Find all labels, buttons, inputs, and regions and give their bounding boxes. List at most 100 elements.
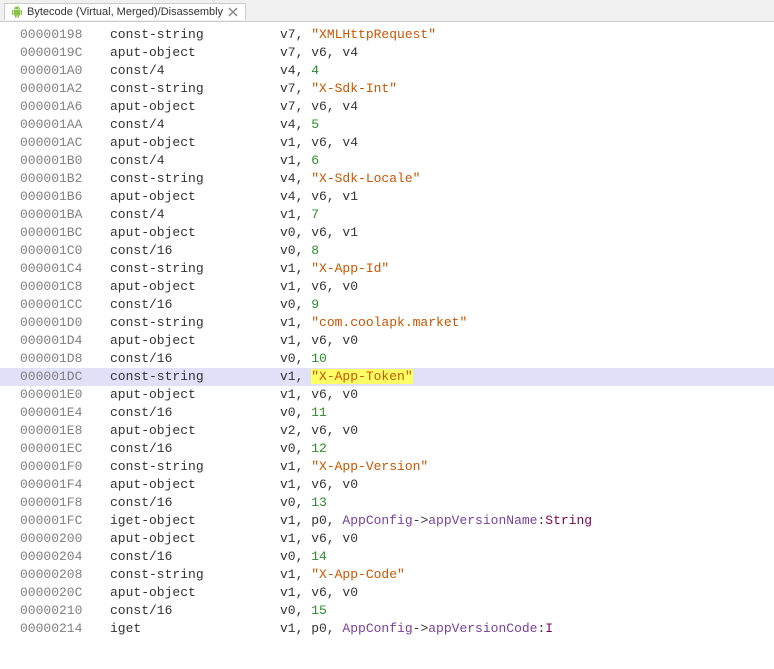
opcode: const/16 — [110, 242, 280, 260]
operands: v0, 9 — [280, 296, 766, 314]
android-icon — [11, 6, 23, 18]
address: 000001FC — [20, 512, 110, 530]
opcode: aput-object — [110, 422, 280, 440]
address: 000001D4 — [20, 332, 110, 350]
opcode: aput-object — [110, 98, 280, 116]
opcode: const-string — [110, 260, 280, 278]
code-row[interactable]: 000001F4aput-objectv1, v6, v0 — [0, 476, 774, 494]
code-row[interactable]: 0000020Caput-objectv1, v6, v0 — [0, 584, 774, 602]
opcode: aput-object — [110, 44, 280, 62]
code-row[interactable]: 000001E8aput-objectv2, v6, v0 — [0, 422, 774, 440]
tab-bar: Bytecode (Virtual, Merged)/Disassembly — [0, 0, 774, 22]
address: 000001DC — [20, 368, 110, 386]
address: 000001A2 — [20, 80, 110, 98]
code-row[interactable]: 000001D4aput-objectv1, v6, v0 — [0, 332, 774, 350]
code-row[interactable]: 000001A2const-stringv7, "X-Sdk-Int" — [0, 80, 774, 98]
opcode: const-string — [110, 368, 280, 386]
operands: v1, "com.coolapk.market" — [280, 314, 766, 332]
operands: v1, v6, v0 — [280, 476, 766, 494]
code-row[interactable]: 00000208const-stringv1, "X-App-Code" — [0, 566, 774, 584]
address: 000001F4 — [20, 476, 110, 494]
code-row[interactable]: 0000019Caput-objectv7, v6, v4 — [0, 44, 774, 62]
address: 000001A0 — [20, 62, 110, 80]
address: 0000020C — [20, 584, 110, 602]
opcode: const-string — [110, 80, 280, 98]
code-row[interactable]: 000001C0const/16v0, 8 — [0, 242, 774, 260]
code-row[interactable]: 000001A6aput-objectv7, v6, v4 — [0, 98, 774, 116]
operands: v1, 7 — [280, 206, 766, 224]
opcode: aput-object — [110, 224, 280, 242]
address: 000001C0 — [20, 242, 110, 260]
operands: v0, 12 — [280, 440, 766, 458]
code-row[interactable]: 000001FCiget-objectv1, p0, AppConfig->ap… — [0, 512, 774, 530]
code-row[interactable]: 000001E0aput-objectv1, v6, v0 — [0, 386, 774, 404]
operands: v7, v6, v4 — [280, 98, 766, 116]
code-row[interactable]: 000001F8const/16v0, 13 — [0, 494, 774, 512]
operands: v1, p0, AppConfig->appVersionCode:I — [280, 620, 766, 638]
opcode: const/16 — [110, 494, 280, 512]
code-row[interactable]: 000001ECconst/16v0, 12 — [0, 440, 774, 458]
opcode: const/16 — [110, 440, 280, 458]
code-row[interactable]: 000001F0const-stringv1, "X-App-Version" — [0, 458, 774, 476]
address: 000001F0 — [20, 458, 110, 476]
address: 000001D8 — [20, 350, 110, 368]
code-row[interactable]: 000001AAconst/4v4, 5 — [0, 116, 774, 134]
code-row[interactable]: 000001B0const/4v1, 6 — [0, 152, 774, 170]
code-row[interactable]: 00000198const-stringv7, "XMLHttpRequest" — [0, 26, 774, 44]
code-row[interactable]: 000001ACaput-objectv1, v6, v4 — [0, 134, 774, 152]
code-row[interactable]: 000001C8aput-objectv1, v6, v0 — [0, 278, 774, 296]
code-row[interactable]: 00000200aput-objectv1, v6, v0 — [0, 530, 774, 548]
operands: v0, 15 — [280, 602, 766, 620]
operands: v1, v6, v0 — [280, 530, 766, 548]
operands: v2, v6, v0 — [280, 422, 766, 440]
operands: v7, "XMLHttpRequest" — [280, 26, 766, 44]
address: 000001CC — [20, 296, 110, 314]
tab-title: Bytecode (Virtual, Merged)/Disassembly — [27, 6, 223, 18]
code-row[interactable]: 00000204const/16v0, 14 — [0, 548, 774, 566]
disassembly-listing[interactable]: 00000198const-stringv7, "XMLHttpRequest"… — [0, 22, 774, 642]
address: 000001B2 — [20, 170, 110, 188]
code-row[interactable]: 000001B2const-stringv4, "X-Sdk-Locale" — [0, 170, 774, 188]
address: 000001C4 — [20, 260, 110, 278]
operands: v0, 13 — [280, 494, 766, 512]
operands: v1, v6, v0 — [280, 278, 766, 296]
opcode: const/16 — [110, 404, 280, 422]
address: 000001B6 — [20, 188, 110, 206]
code-row[interactable]: 000001BCaput-objectv0, v6, v1 — [0, 224, 774, 242]
opcode: aput-object — [110, 134, 280, 152]
address: 000001D0 — [20, 314, 110, 332]
address: 000001A6 — [20, 98, 110, 116]
address: 00000204 — [20, 548, 110, 566]
operands: v7, v6, v4 — [280, 44, 766, 62]
operands: v1, v6, v0 — [280, 332, 766, 350]
opcode: aput-object — [110, 386, 280, 404]
opcode: const/16 — [110, 350, 280, 368]
code-row[interactable]: 000001BAconst/4v1, 7 — [0, 206, 774, 224]
code-row[interactable]: 000001A0const/4v4, 4 — [0, 62, 774, 80]
address: 000001F8 — [20, 494, 110, 512]
code-row[interactable]: 00000210const/16v0, 15 — [0, 602, 774, 620]
opcode: const-string — [110, 458, 280, 476]
tab-disassembly[interactable]: Bytecode (Virtual, Merged)/Disassembly — [4, 3, 246, 20]
operands: v1, "X-App-Token" — [280, 368, 766, 386]
code-row[interactable]: 000001C4const-stringv1, "X-App-Id" — [0, 260, 774, 278]
operands: v1, "X-App-Code" — [280, 566, 766, 584]
opcode: const/4 — [110, 206, 280, 224]
close-icon[interactable] — [227, 6, 239, 18]
operands: v0, 14 — [280, 548, 766, 566]
code-row[interactable]: 000001DCconst-stringv1, "X-App-Token" — [0, 368, 774, 386]
code-row[interactable]: 000001D0const-stringv1, "com.coolapk.mar… — [0, 314, 774, 332]
opcode: const/16 — [110, 602, 280, 620]
operands: v4, 4 — [280, 62, 766, 80]
code-row[interactable]: 000001E4const/16v0, 11 — [0, 404, 774, 422]
code-row[interactable]: 000001D8const/16v0, 10 — [0, 350, 774, 368]
operands: v1, v6, v0 — [280, 386, 766, 404]
address: 00000214 — [20, 620, 110, 638]
code-row[interactable]: 000001CCconst/16v0, 9 — [0, 296, 774, 314]
code-row[interactable]: 00000214igetv1, p0, AppConfig->appVersio… — [0, 620, 774, 638]
operands: v0, v6, v1 — [280, 224, 766, 242]
code-row[interactable]: 000001B6aput-objectv4, v6, v1 — [0, 188, 774, 206]
opcode: aput-object — [110, 476, 280, 494]
address: 00000210 — [20, 602, 110, 620]
operands: v1, v6, v4 — [280, 134, 766, 152]
